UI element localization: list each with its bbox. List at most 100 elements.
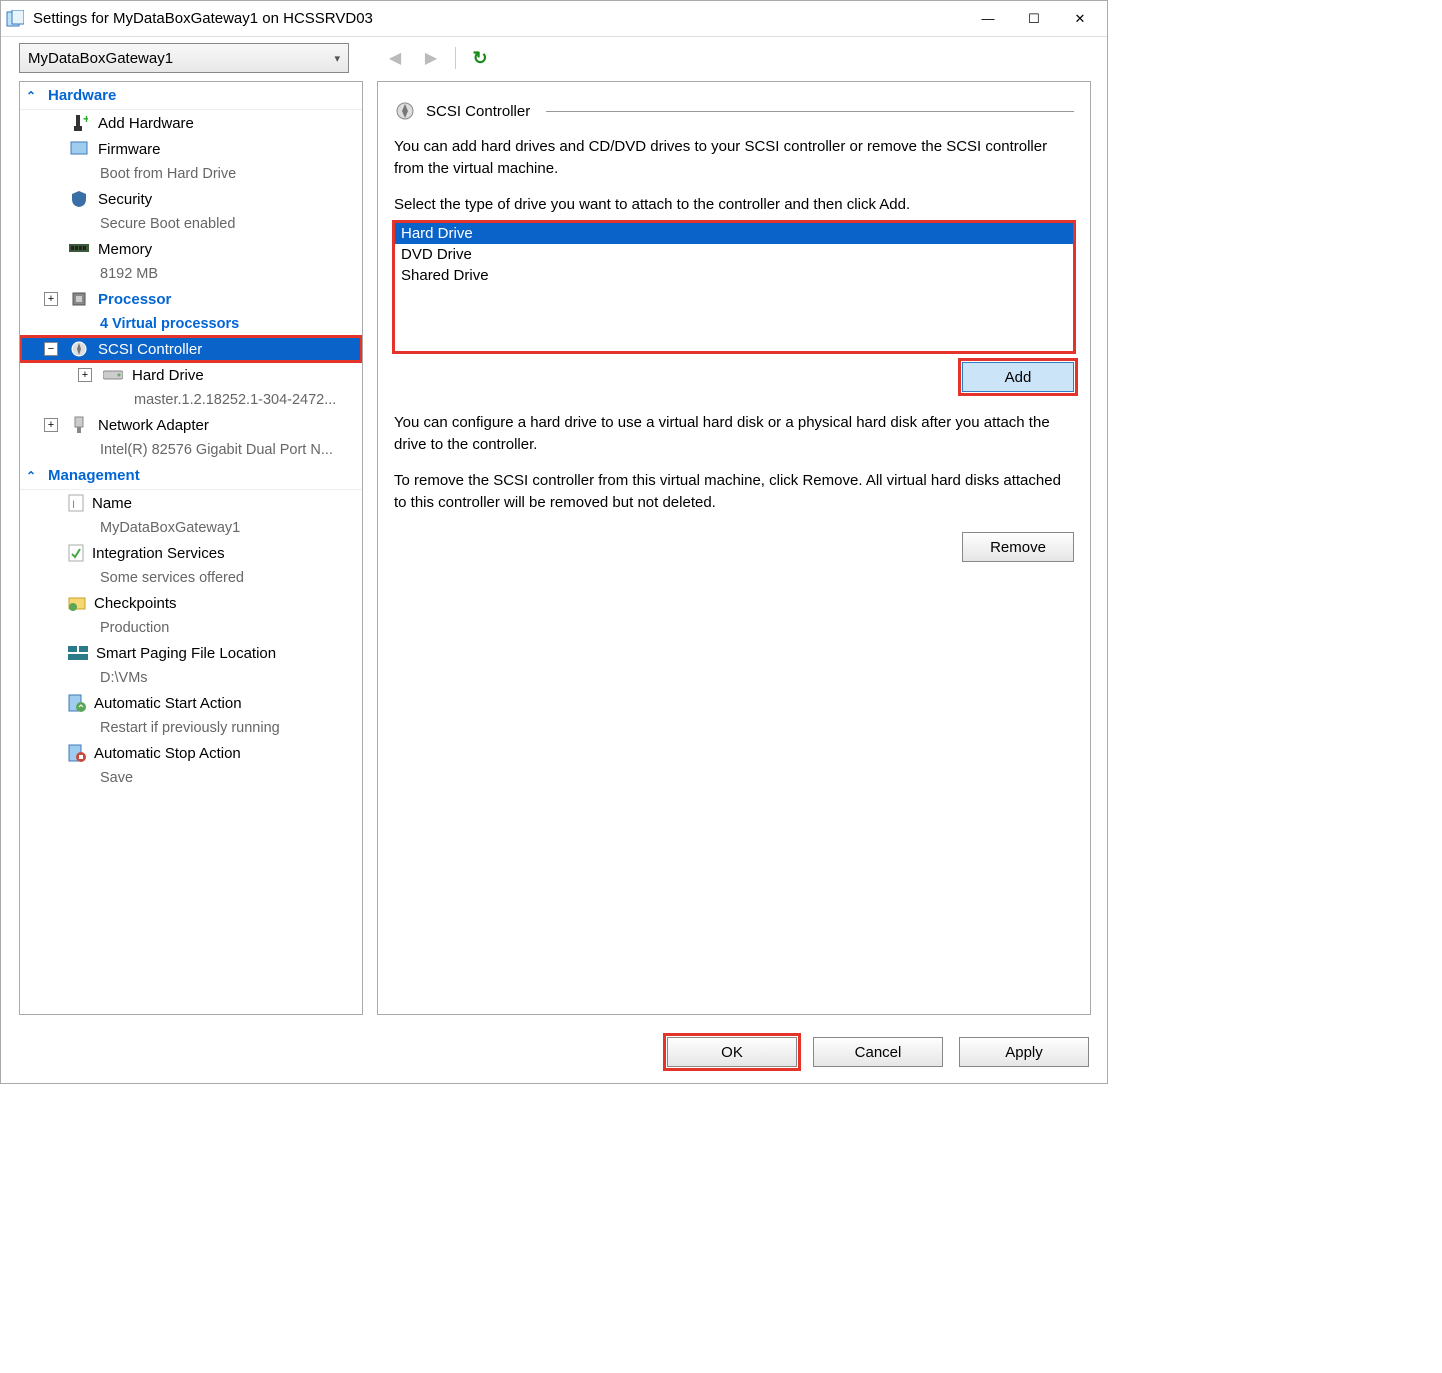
sidebar-item-checkpoints[interactable]: Checkpoints [20, 590, 362, 616]
paging-label: Smart Paging File Location [96, 645, 276, 662]
sidebar-item-name[interactable]: I Name [20, 490, 362, 516]
sidebar-item-auto-stop[interactable]: Automatic Stop Action [20, 740, 362, 766]
footer: OK Cancel Apply [1, 1027, 1107, 1083]
svg-text:I: I [72, 499, 75, 511]
nav-forward-button[interactable]: ▶ [419, 46, 443, 70]
paging-icon [68, 646, 88, 660]
network-label: Network Adapter [98, 417, 209, 434]
collapse-icon[interactable]: − [44, 342, 58, 356]
content-desc-3: You can configure a hard drive to use a … [394, 412, 1074, 456]
titlebar: Settings for MyDataBoxGateway1 on HCSSRV… [1, 1, 1107, 37]
checkpoints-icon [68, 595, 86, 611]
expand-icon[interactable]: + [78, 368, 92, 382]
remove-button-row: Remove [394, 532, 1074, 562]
sidebar-item-auto-start[interactable]: Automatic Start Action [20, 690, 362, 716]
autostart-sub: Restart if previously running [20, 716, 362, 740]
checkpoints-label: Checkpoints [94, 595, 177, 612]
body: ⌃ Hardware + Add Hardware Firmware Boot … [1, 79, 1107, 1027]
cancel-button[interactable]: Cancel [813, 1037, 943, 1067]
add-button-row: Add [394, 362, 1074, 392]
content-desc-1: You can add hard drives and CD/DVD drive… [394, 136, 1074, 180]
option-shared-drive[interactable]: Shared Drive [395, 265, 1073, 286]
management-section-label: Management [48, 467, 140, 484]
sidebar-item-add-hardware[interactable]: + Add Hardware [20, 110, 362, 136]
content-title: SCSI Controller [426, 103, 530, 120]
network-sub: Intel(R) 82576 Gigabit Dual Port N... [20, 438, 362, 462]
settings-window: Settings for MyDataBoxGateway1 on HCSSRV… [0, 0, 1108, 1084]
sidebar-item-memory[interactable]: Memory [20, 236, 362, 262]
expand-icon[interactable]: + [44, 292, 58, 306]
processor-label: Processor [98, 291, 171, 308]
processor-sub: 4 Virtual processors [20, 312, 362, 336]
sidebar-item-processor[interactable]: + Processor [20, 286, 362, 312]
refresh-button[interactable]: ↻ [468, 46, 492, 70]
header-divider [546, 111, 1074, 112]
app-icon [5, 9, 25, 29]
sidebar-item-firmware[interactable]: Firmware [20, 136, 362, 162]
name-icon: I [68, 494, 84, 512]
drive-type-listbox[interactable]: Hard Drive DVD Drive Shared Drive [394, 222, 1074, 352]
sidebar-item-network-adapter[interactable]: + Network Adapter [20, 412, 362, 438]
close-button[interactable]: ✕ [1057, 4, 1103, 34]
autostart-icon [68, 694, 86, 712]
option-dvd-drive[interactable]: DVD Drive [395, 244, 1073, 265]
vm-selector-value: MyDataBoxGateway1 [28, 50, 173, 67]
firmware-label: Firmware [98, 141, 161, 158]
sidebar-item-hard-drive[interactable]: + Hard Drive [20, 362, 362, 388]
hardware-section-header[interactable]: ⌃ Hardware [20, 82, 362, 110]
management-section-header[interactable]: ⌃ Management [20, 462, 362, 490]
sidebar-item-security[interactable]: Security [20, 186, 362, 212]
nav-back-button[interactable]: ◀ [383, 46, 407, 70]
firmware-icon [68, 139, 90, 159]
collapse-icon: ⌃ [26, 89, 40, 103]
name-label: Name [92, 495, 132, 512]
ok-button[interactable]: OK [667, 1037, 797, 1067]
scsi-icon [68, 339, 90, 359]
sidebar: ⌃ Hardware + Add Hardware Firmware Boot … [19, 81, 363, 1015]
sidebar-item-scsi-controller[interactable]: − SCSI Controller [20, 336, 362, 362]
security-label: Security [98, 191, 152, 208]
integration-icon [68, 544, 84, 562]
remove-button[interactable]: Remove [962, 532, 1074, 562]
content-panel: SCSI Controller You can add hard drives … [377, 81, 1091, 1015]
chevron-down-icon: ▾ [334, 52, 340, 65]
integration-label: Integration Services [92, 545, 225, 562]
sidebar-item-smart-paging[interactable]: Smart Paging File Location [20, 640, 362, 666]
scsi-controller-icon [394, 100, 416, 122]
hard-drive-sub: master.1.2.18252.1-304-2472... [20, 388, 362, 412]
minimize-button[interactable]: — [965, 4, 1011, 34]
name-sub: MyDataBoxGateway1 [20, 516, 362, 540]
add-button[interactable]: Add [962, 362, 1074, 392]
add-hardware-label: Add Hardware [98, 115, 194, 132]
content-desc-2: Select the type of drive you want to att… [394, 194, 1074, 216]
content-header: SCSI Controller [394, 100, 1074, 122]
maximize-button[interactable]: ☐ [1011, 4, 1057, 34]
collapse-icon: ⌃ [26, 469, 40, 483]
expand-icon[interactable]: + [44, 418, 58, 432]
svg-text:+: + [83, 114, 88, 126]
window-buttons: — ☐ ✕ [965, 4, 1103, 34]
memory-label: Memory [98, 241, 152, 258]
memory-sub: 8192 MB [20, 262, 362, 286]
shield-icon [68, 189, 90, 209]
scsi-label: SCSI Controller [98, 341, 202, 358]
hard-drive-label: Hard Drive [132, 367, 204, 384]
checkpoints-sub: Production [20, 616, 362, 640]
firmware-sub: Boot from Hard Drive [20, 162, 362, 186]
hard-drive-icon [102, 365, 124, 385]
hardware-section-label: Hardware [48, 87, 116, 104]
autostop-icon [68, 744, 86, 762]
autostart-label: Automatic Start Action [94, 695, 242, 712]
autostop-sub: Save [20, 766, 362, 790]
add-hardware-icon: + [68, 113, 90, 133]
integration-sub: Some services offered [20, 566, 362, 590]
autostop-label: Automatic Stop Action [94, 745, 241, 762]
vm-selector-dropdown[interactable]: MyDataBoxGateway1 ▾ [19, 43, 349, 73]
sidebar-item-integration-services[interactable]: Integration Services [20, 540, 362, 566]
option-hard-drive[interactable]: Hard Drive [395, 223, 1073, 244]
apply-button[interactable]: Apply [959, 1037, 1089, 1067]
toolbar: MyDataBoxGateway1 ▾ ◀ ▶ ↻ [1, 37, 1107, 79]
security-sub: Secure Boot enabled [20, 212, 362, 236]
network-icon [68, 415, 90, 435]
memory-icon [68, 239, 90, 259]
